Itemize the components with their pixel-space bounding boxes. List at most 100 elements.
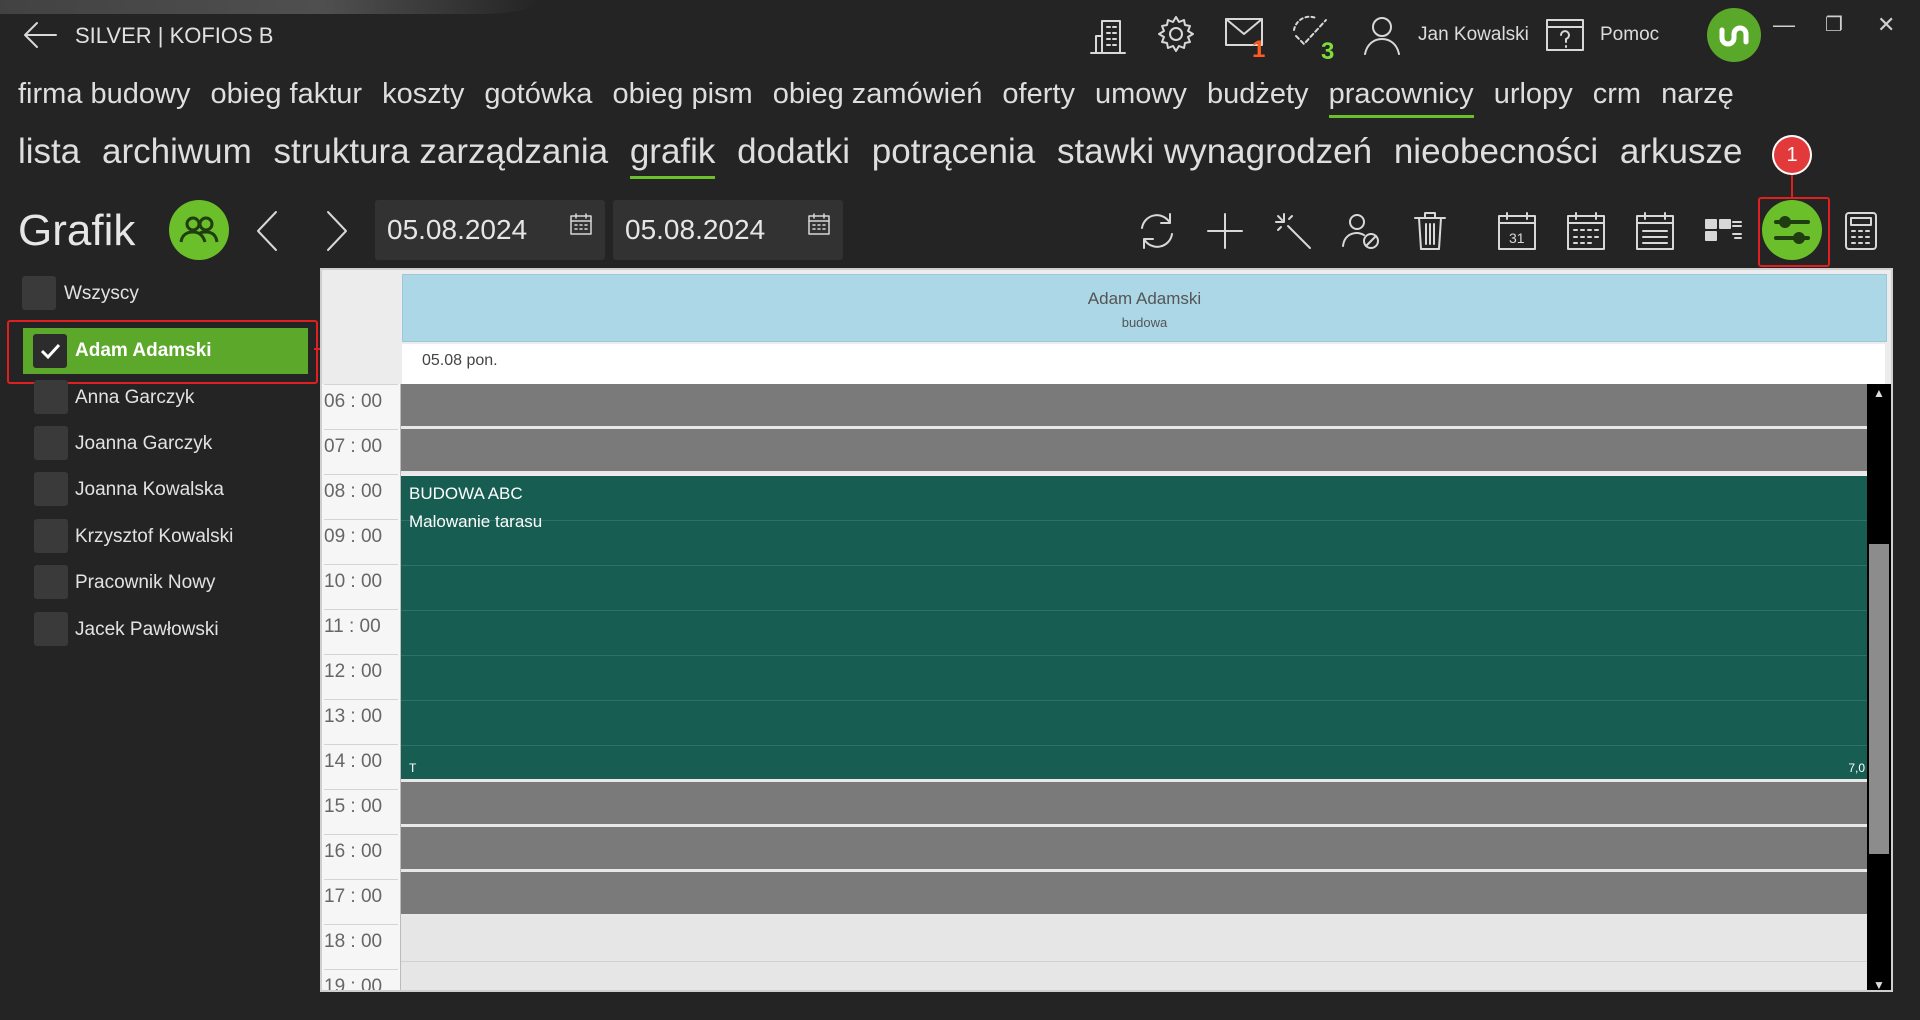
hour-divider	[401, 745, 1867, 746]
time-slot[interactable]	[401, 782, 1867, 827]
hour-divider	[401, 565, 1867, 566]
calendar-icon[interactable]	[569, 212, 593, 236]
employee-label: Krzysztof Kowalski	[75, 526, 234, 547]
minimize-button[interactable]: —	[1773, 12, 1795, 38]
time-slot[interactable]	[401, 962, 1867, 990]
menu-item-gotowka[interactable]: gotówka	[484, 78, 592, 111]
calendar-list-icon[interactable]	[1634, 210, 1676, 252]
hour-label: 06 : 00	[324, 384, 398, 429]
menu-item-firma-budowy[interactable]: firma budowy	[18, 78, 190, 111]
menu-item-narzedzia[interactable]: narzę	[1661, 78, 1734, 111]
submenu-item-archiwum[interactable]: archiwum	[102, 132, 252, 172]
refresh-icon[interactable]	[1136, 210, 1178, 252]
hour-divider	[401, 700, 1867, 701]
time-slot[interactable]	[401, 917, 1867, 962]
date-from-field[interactable]: 05.08.2024	[375, 200, 605, 260]
time-slot[interactable]	[401, 384, 1867, 429]
checkbox[interactable]	[22, 276, 56, 310]
building-icon[interactable]	[1088, 16, 1128, 56]
hour-label: 09 : 00	[324, 519, 398, 564]
close-button[interactable]: ✕	[1877, 12, 1895, 38]
help-label[interactable]: Pomoc	[1600, 24, 1659, 46]
add-icon[interactable]	[1204, 210, 1246, 252]
event-title: BUDOWA ABC	[409, 484, 523, 503]
team-view-button[interactable]	[169, 200, 229, 260]
restore-button[interactable]: ❐	[1825, 12, 1843, 37]
employee-label: Pracownik Nowy	[75, 572, 216, 593]
submenu-item-potracenia[interactable]: potrącenia	[872, 132, 1035, 172]
menu-item-obieg-faktur[interactable]: obieg faktur	[211, 78, 363, 111]
help-icon[interactable]	[1545, 18, 1585, 52]
date-to-field[interactable]: 05.08.2024	[613, 200, 843, 260]
employee-item[interactable]: Jacek Pawłowski	[34, 612, 304, 648]
employee-all[interactable]: Wszyscy	[22, 276, 304, 312]
submenu-item-grafik[interactable]: grafik	[629, 132, 715, 179]
callout-marker-1: 1	[1772, 135, 1812, 175]
vertical-scrollbar[interactable]: ▲ ▼	[1867, 384, 1891, 990]
submenu-item-nieobecnosci[interactable]: nieobecności	[1394, 132, 1598, 172]
checkbox[interactable]	[34, 612, 68, 646]
scroll-down-icon[interactable]: ▼	[1867, 978, 1891, 990]
menu-item-crm[interactable]: crm	[1593, 78, 1641, 111]
magic-wand-icon[interactable]	[1272, 210, 1314, 252]
user-block-icon[interactable]	[1340, 210, 1382, 252]
day-label: 05.08 pon.	[422, 352, 498, 369]
gear-icon[interactable]	[1156, 14, 1196, 54]
calendar-icon[interactable]	[807, 212, 831, 236]
employee-item[interactable]: Joanna Garczyk	[34, 426, 304, 462]
next-arrow-icon[interactable]	[322, 208, 352, 254]
schedule-event[interactable]: BUDOWA ABC Malowanie tarasu T 7,0	[401, 476, 1867, 782]
submenu-item-dodatki[interactable]: dodatki	[737, 132, 850, 172]
hour-label: 19 : 00	[324, 969, 398, 990]
time-slot[interactable]	[401, 429, 1867, 474]
time-slot[interactable]	[401, 872, 1867, 917]
resource-header[interactable]: Adam Adamski budowa	[402, 274, 1887, 342]
calculator-icon[interactable]	[1843, 210, 1879, 252]
svg-text:31: 31	[1509, 230, 1525, 246]
employee-item[interactable]: Anna Garczyk	[34, 380, 304, 416]
user-icon[interactable]	[1362, 14, 1402, 56]
hour-label: 14 : 00	[324, 744, 398, 789]
checkbox[interactable]	[34, 380, 68, 414]
tasks-count-badge: 3	[1321, 38, 1335, 65]
hour-label: 16 : 00	[324, 834, 398, 879]
calendar-week-icon[interactable]	[1565, 210, 1607, 252]
employee-label: Joanna Garczyk	[75, 433, 213, 454]
scrollbar-thumb[interactable]	[1869, 544, 1889, 854]
submenu-item-arkusze[interactable]: arkusze	[1620, 132, 1743, 172]
employee-item[interactable]: Joanna Kowalska	[34, 472, 304, 508]
menu-item-oferty[interactable]: oferty	[1002, 78, 1075, 111]
hour-divider	[401, 520, 1867, 521]
calendar-day-icon[interactable]: 31	[1496, 210, 1538, 252]
employee-item[interactable]: Pracownik Nowy	[34, 565, 304, 601]
transfer-icon[interactable]	[1703, 214, 1745, 248]
menu-item-budzety[interactable]: budżety	[1207, 78, 1309, 111]
event-hours: 7,0	[1848, 761, 1865, 775]
prev-arrow-icon[interactable]	[252, 208, 282, 254]
menu-item-obieg-zamowien[interactable]: obieg zamówień	[773, 78, 983, 111]
menu-item-obieg-pism[interactable]: obieg pism	[612, 78, 752, 111]
menu-item-koszty[interactable]: koszty	[382, 78, 464, 111]
highlight-box-filter	[1758, 197, 1830, 267]
checkbox[interactable]	[34, 472, 68, 506]
employee-label: Jacek Pawłowski	[75, 619, 219, 640]
submenu-item-stawki[interactable]: stawki wynagrodzeń	[1057, 132, 1372, 172]
hour-label: 11 : 00	[324, 609, 398, 654]
time-slot[interactable]	[401, 827, 1867, 872]
checkbox[interactable]	[34, 565, 68, 599]
user-name[interactable]: Jan Kowalski	[1418, 24, 1529, 46]
checkbox[interactable]	[34, 426, 68, 460]
employee-item[interactable]: Krzysztof Kowalski	[34, 519, 304, 555]
page-title: Grafik	[18, 206, 136, 255]
checkbox[interactable]	[34, 519, 68, 553]
hour-label: 07 : 00	[324, 429, 398, 474]
event-description: Malowanie tarasu	[409, 512, 543, 531]
submenu-item-lista[interactable]: lista	[18, 132, 80, 172]
scroll-up-icon[interactable]: ▲	[1867, 386, 1891, 400]
menu-item-urlopy[interactable]: urlopy	[1494, 78, 1573, 111]
menu-item-pracownicy[interactable]: pracownicy	[1328, 78, 1474, 118]
back-arrow-icon[interactable]	[20, 18, 60, 52]
submenu-item-struktura[interactable]: struktura zarządzania	[273, 132, 608, 172]
trash-icon[interactable]	[1410, 210, 1450, 252]
menu-item-umowy[interactable]: umowy	[1095, 78, 1187, 111]
